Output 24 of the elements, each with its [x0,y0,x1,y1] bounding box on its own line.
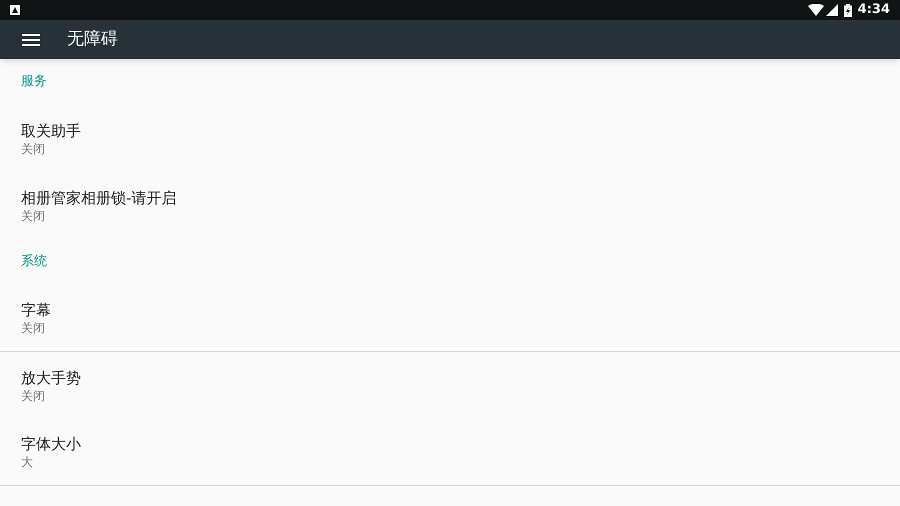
signal-icon [826,4,838,16]
toolbar-title: 无障碍 [67,28,118,51]
preference-summary: 大 [21,454,34,470]
preference-title: 取关助手 [21,120,82,140]
preference-item[interactable]: 字幕 关闭 [0,285,900,352]
notification-icon [10,5,20,15]
menu-icon[interactable] [22,32,40,46]
preference-summary: 关闭 [21,388,46,404]
preference-summary: 关闭 [21,208,46,224]
preference-item[interactable]: 相册管家相册锁-请开启 关闭 [0,172,900,239]
preference-item[interactable]: 放大手势 关闭 [0,352,900,419]
status-time: 4:34 [858,1,890,20]
wifi-icon [808,4,824,16]
battery-icon [844,4,852,16]
preference-summary: 关闭 [21,140,46,156]
preference-summary: 关闭 [21,320,46,336]
preference-item[interactable]: 字体大小 大 [0,419,900,486]
preference-title: 放大手势 [21,368,82,388]
preference-title: 相册管家相册锁-请开启 [21,188,178,208]
section-header: 系统 [21,253,47,272]
preference-title: 字幕 [21,300,52,320]
section-header: 服务 [21,73,47,92]
preference-item[interactable]: 取关助手 关闭 [0,105,900,172]
preference-title: 字体大小 [21,434,82,454]
